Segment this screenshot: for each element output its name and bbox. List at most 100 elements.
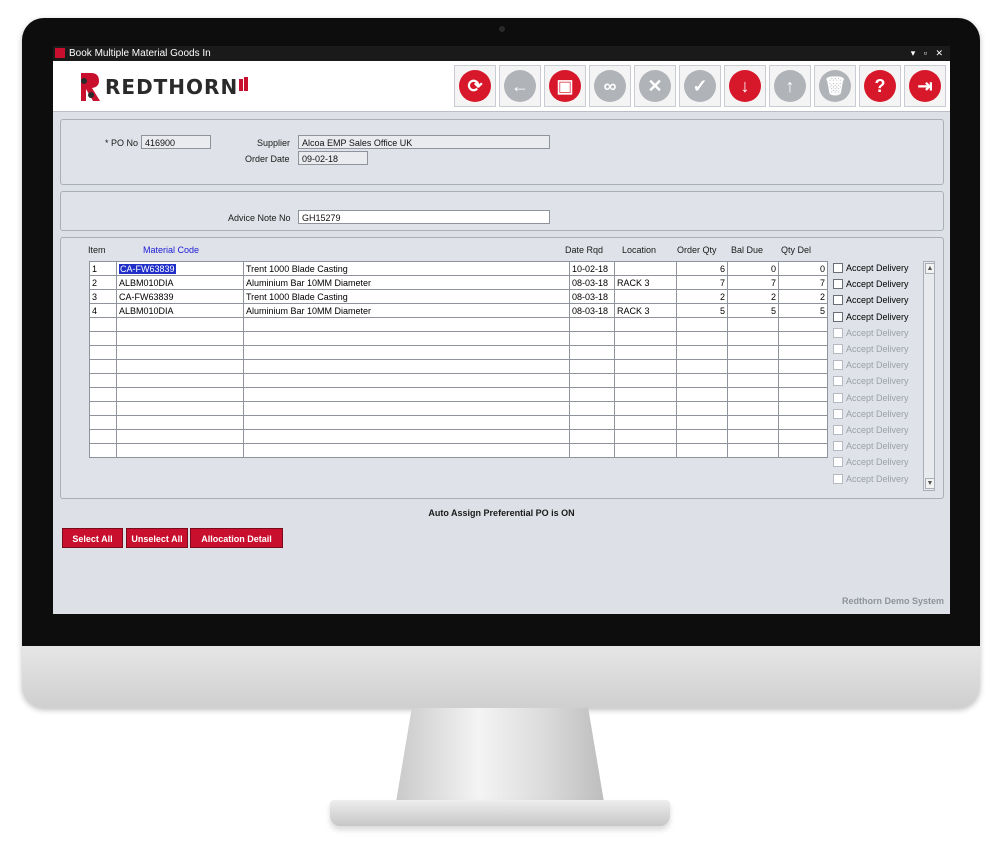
- cell-item[interactable]: [89, 345, 117, 360]
- advice-note-input[interactable]: GH15279: [298, 210, 550, 224]
- cell-bal[interactable]: [727, 415, 779, 430]
- cell-item[interactable]: [89, 443, 117, 458]
- cell-bal[interactable]: [727, 317, 779, 332]
- cell-order[interactable]: [676, 415, 728, 430]
- table-row[interactable]: [89, 387, 828, 402]
- cell-desc[interactable]: Aluminium Bar 10MM Diameter: [243, 275, 570, 290]
- cell-del[interactable]: 0: [778, 261, 828, 276]
- table-row[interactable]: [89, 345, 828, 360]
- cell-desc[interactable]: [243, 345, 570, 360]
- cell-date[interactable]: [569, 359, 615, 374]
- table-row[interactable]: [89, 429, 828, 444]
- cell-del[interactable]: [778, 345, 828, 360]
- cell-order[interactable]: [676, 429, 728, 444]
- cell-bal[interactable]: [727, 401, 779, 416]
- cell-desc[interactable]: [243, 359, 570, 374]
- cell-del[interactable]: [778, 415, 828, 430]
- cell-desc[interactable]: [243, 415, 570, 430]
- table-row[interactable]: [89, 331, 828, 346]
- cell-bal[interactable]: [727, 345, 779, 360]
- cell-desc[interactable]: [243, 331, 570, 346]
- unselect-all-button[interactable]: Unselect All: [126, 528, 188, 548]
- cell-item[interactable]: [89, 415, 117, 430]
- cell-bal[interactable]: [727, 331, 779, 346]
- refresh-button[interactable]: ⟳: [454, 65, 496, 107]
- scroll-up-icon[interactable]: ▲: [925, 263, 935, 274]
- cell-loc[interactable]: RACK 3: [614, 303, 677, 318]
- exit-button[interactable]: ⇥: [904, 65, 946, 107]
- cell-loc[interactable]: [614, 359, 677, 374]
- cell-date[interactable]: [569, 415, 615, 430]
- table-row[interactable]: [89, 359, 828, 374]
- cell-loc[interactable]: [614, 261, 677, 276]
- cell-del[interactable]: [778, 401, 828, 416]
- cell-desc[interactable]: Trent 1000 Blade Casting: [243, 289, 570, 304]
- cell-code[interactable]: ALBM010DIA: [116, 275, 244, 290]
- cell-order[interactable]: [676, 443, 728, 458]
- confirm-check-button[interactable]: ✓: [679, 65, 721, 107]
- cell-loc[interactable]: [614, 289, 677, 304]
- cell-del[interactable]: [778, 359, 828, 374]
- cell-desc[interactable]: Trent 1000 Blade Casting: [243, 261, 570, 276]
- cell-date[interactable]: [569, 373, 615, 388]
- cell-del[interactable]: [778, 443, 828, 458]
- cell-order[interactable]: [676, 317, 728, 332]
- cell-loc[interactable]: [614, 331, 677, 346]
- cell-code[interactable]: [116, 443, 244, 458]
- down-arrow-button[interactable]: ↓: [724, 65, 766, 107]
- cell-date[interactable]: [569, 331, 615, 346]
- cell-del[interactable]: 7: [778, 275, 828, 290]
- cell-order[interactable]: [676, 345, 728, 360]
- cell-item[interactable]: [89, 331, 117, 346]
- cell-code[interactable]: CA-FW63839: [116, 261, 244, 276]
- cell-date[interactable]: [569, 387, 615, 402]
- cell-code[interactable]: [116, 429, 244, 444]
- cell-bal[interactable]: 5: [727, 303, 779, 318]
- cell-loc[interactable]: [614, 345, 677, 360]
- cell-desc[interactable]: [243, 401, 570, 416]
- cell-del[interactable]: [778, 373, 828, 388]
- po-number-field[interactable]: 416900: [141, 135, 211, 149]
- cell-desc[interactable]: [243, 429, 570, 444]
- save-button[interactable]: ▣: [544, 65, 586, 107]
- table-row[interactable]: 1 CA-FW63839 Trent 1000 Blade Casting 10-02…: [89, 261, 828, 276]
- cell-del[interactable]: 2: [778, 289, 828, 304]
- cell-desc[interactable]: Aluminium Bar 10MM Diameter: [243, 303, 570, 318]
- cell-date[interactable]: [569, 429, 615, 444]
- cell-code[interactable]: ALBM010DIA: [116, 303, 244, 318]
- cell-loc[interactable]: [614, 443, 677, 458]
- cell-item[interactable]: [89, 373, 117, 388]
- cell-code[interactable]: [116, 387, 244, 402]
- cell-item[interactable]: [89, 401, 117, 416]
- cell-del[interactable]: [778, 387, 828, 402]
- cell-bal[interactable]: 7: [727, 275, 779, 290]
- cell-order[interactable]: [676, 373, 728, 388]
- cell-date[interactable]: [569, 443, 615, 458]
- cell-order[interactable]: 6: [676, 261, 728, 276]
- cell-date[interactable]: [569, 401, 615, 416]
- cell-desc[interactable]: [243, 443, 570, 458]
- cell-del[interactable]: [778, 317, 828, 332]
- cell-item[interactable]: 1: [89, 261, 117, 276]
- cell-bal[interactable]: [727, 443, 779, 458]
- table-row[interactable]: [89, 401, 828, 416]
- cancel-button[interactable]: ✕: [634, 65, 676, 107]
- cell-item[interactable]: 4: [89, 303, 117, 318]
- scroll-down-icon[interactable]: ▼: [925, 478, 935, 489]
- select-all-button[interactable]: Select All: [62, 528, 123, 548]
- cell-code[interactable]: [116, 373, 244, 388]
- cell-code[interactable]: [116, 401, 244, 416]
- cell-code[interactable]: [116, 317, 244, 332]
- cell-loc[interactable]: [614, 387, 677, 402]
- up-arrow-button[interactable]: ↑: [769, 65, 811, 107]
- cell-order[interactable]: 5: [676, 303, 728, 318]
- cell-desc[interactable]: [243, 387, 570, 402]
- cell-bal[interactable]: [727, 373, 779, 388]
- cell-item[interactable]: [89, 317, 117, 332]
- cell-order[interactable]: [676, 359, 728, 374]
- cell-loc[interactable]: [614, 373, 677, 388]
- cell-code[interactable]: [116, 415, 244, 430]
- cell-date[interactable]: [569, 317, 615, 332]
- binoculars-button[interactable]: ∞: [589, 65, 631, 107]
- table-row[interactable]: 3 CA-FW63839 Trent 1000 Blade Casting 08-03…: [89, 289, 828, 304]
